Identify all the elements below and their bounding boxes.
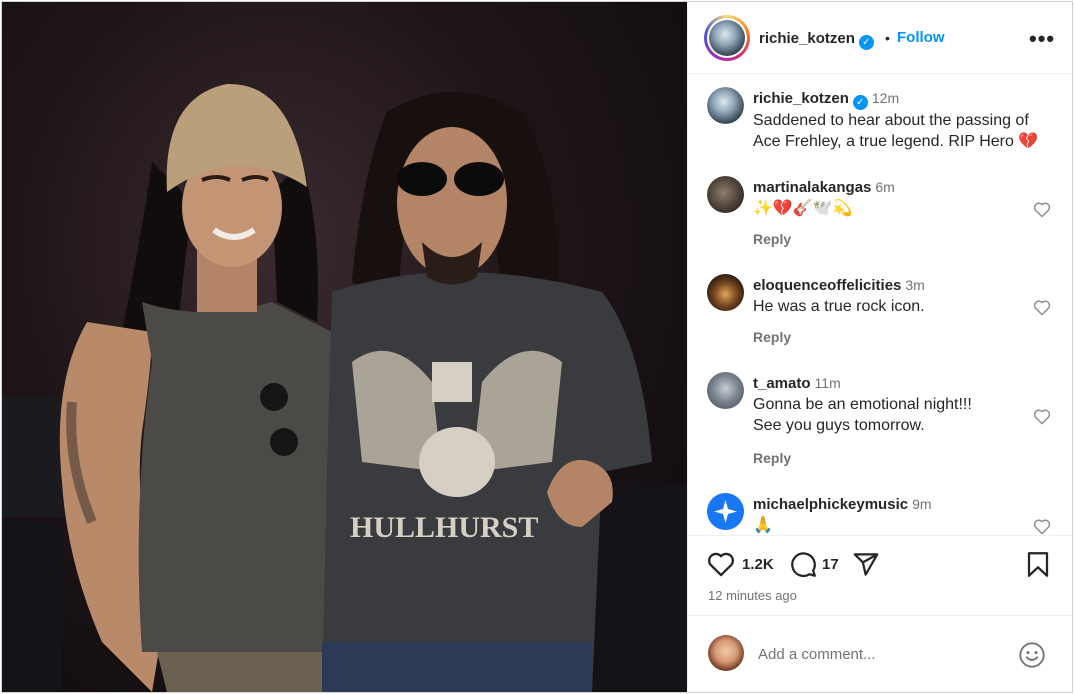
comment: t_amato 11m Gonna be an emotional night!!… [753,373,1058,436]
add-comment-bar [688,615,1072,692]
comment-like-heart-icon[interactable] [1033,299,1051,316]
instagram-post-window: HULLHURST richie_kotzen ✓ • Follow ••• r… [1,1,1073,693]
comments-list[interactable]: richie_kotzen ✓ 12m Saddened to hear about… [688,75,1072,535]
author-name-row: richie_kotzen ✓ [759,30,874,50]
paper-plane-icon[interactable] [852,551,880,578]
comment-input[interactable] [758,642,1008,666]
reply-button[interactable]: Reply [753,450,791,466]
comment-text-line: Gonna be an emotional night!!! [753,396,972,413]
heart-icon[interactable] [707,551,735,577]
post-details-pane: richie_kotzen ✓ • Follow ••• richie_kotze… [687,2,1072,692]
comment-avatar[interactable] [707,274,744,311]
comment-timestamp: 9m [912,496,932,512]
caption-author-avatar[interactable] [707,87,744,124]
comment-username[interactable]: michaelphickeymusic [753,496,908,513]
svg-text:HULLHURST: HULLHURST [350,511,538,544]
comment-like-heart-icon[interactable] [1033,408,1051,425]
comment-username[interactable]: t_amato [753,375,811,392]
comment-like-heart-icon[interactable] [1033,201,1051,218]
caption: richie_kotzen ✓ 12m Saddened to hear about… [753,88,1058,152]
verified-badge-icon: ✓ [858,35,874,50]
caption-author-username[interactable]: richie_kotzen [753,90,849,107]
post-header: richie_kotzen ✓ • Follow ••• [688,2,1072,74]
more-options-icon[interactable]: ••• [1029,26,1055,52]
comment-avatar[interactable] [707,493,744,530]
comment-timestamp: 3m [905,277,925,293]
plane-logo-icon [714,500,737,523]
comment-avatar[interactable] [707,372,744,409]
comment-text: He was a true rock icon. [753,298,925,315]
verified-badge-icon: ✓ [852,95,868,110]
comment-username[interactable]: eloquenceoffelicities [753,277,901,294]
comment: eloquenceoffelicities 3m He was a true ro… [753,275,1058,317]
caption-text-line: Saddened to hear about the passing of [753,112,1029,129]
emoji-smiley-icon[interactable] [1018,641,1046,669]
post-actions-bar: 1.2K 17 12 minutes ago [688,535,1072,615]
comment: martinalakangas 6m ✨💔🎸🕊️💫 [753,177,1058,219]
photo-illustration: HULLHURST [2,83,687,692]
comment-like-heart-icon[interactable] [1033,518,1051,535]
reply-button[interactable]: Reply [753,231,791,247]
comment-text: 🙏 [753,517,773,534]
current-user-avatar [708,635,744,671]
comment: michaelphickeymusic 9m 🙏 [753,494,1058,535]
bookmark-icon[interactable] [1026,551,1050,578]
author-username[interactable]: richie_kotzen [759,30,855,47]
caption-timestamp: 12m [871,90,900,106]
comment-username[interactable]: martinalakangas [753,179,871,196]
reply-button[interactable]: Reply [753,329,791,345]
caption-text-line: Ace Frehley, a true legend. RIP Hero 💔 [753,133,1039,150]
comment-text: ✨💔🎸🕊️💫 [753,200,853,217]
follow-button[interactable]: Follow [897,29,945,46]
like-count[interactable]: 1.2K [742,556,774,573]
comment-avatar[interactable] [707,176,744,213]
comment-bubble-icon[interactable] [790,551,817,578]
post-photo[interactable]: HULLHURST [2,2,687,692]
separator-dot: • [885,30,890,46]
author-avatar[interactable] [704,15,750,61]
comment-timestamp: 11m [814,375,841,391]
comment-timestamp: 6m [875,179,895,195]
post-timestamp: 12 minutes ago [708,588,797,603]
comment-text-line: See you guys tomorrow. [753,417,925,434]
comment-count: 17 [822,556,839,573]
